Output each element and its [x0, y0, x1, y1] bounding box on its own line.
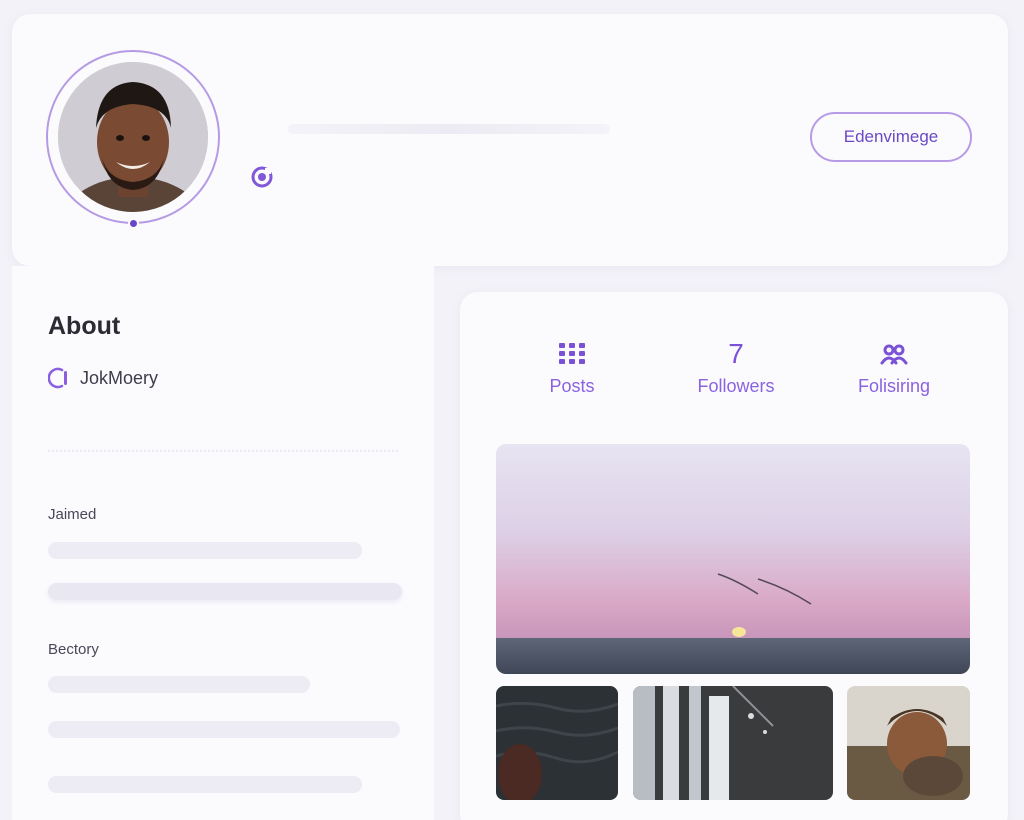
featured-photo[interactable]	[496, 444, 970, 674]
stat-posts[interactable]: Posts	[507, 338, 637, 397]
online-status-dot	[128, 218, 139, 229]
gallery-thumb[interactable]	[847, 686, 970, 800]
joined-placeholder-bar	[48, 542, 362, 559]
bio-placeholder-bar	[48, 776, 362, 793]
divider	[48, 450, 398, 452]
profile-header-card: Edenvimege	[12, 14, 1008, 266]
stats-gallery-card: Posts 7 Followers Folisiring	[460, 292, 1008, 820]
about-panel: About JokMoery Jaimed Bectory	[12, 266, 434, 820]
avatar-ring[interactable]	[46, 50, 220, 229]
posts-label: Posts	[549, 376, 595, 396]
bio-placeholder-bar	[48, 676, 310, 693]
people-icon	[880, 344, 908, 365]
about-title: About	[48, 312, 121, 340]
gallery-thumb[interactable]	[496, 686, 618, 800]
bio-placeholder-bar	[48, 721, 400, 738]
about-username-row: JokMoery	[48, 366, 158, 390]
user-icon	[48, 367, 67, 389]
name-placeholder-bar	[288, 124, 610, 134]
stat-following[interactable]: Folisiring	[829, 338, 959, 397]
avatar[interactable]	[58, 62, 208, 212]
bio-label: Bectory	[48, 641, 99, 658]
joined-input-bar[interactable]	[48, 583, 402, 600]
joined-label: Jaimed	[48, 506, 97, 523]
about-username: JokMoery	[80, 367, 159, 388]
grid-icon	[559, 343, 585, 364]
followers-count: 7	[728, 338, 744, 369]
stat-followers[interactable]: 7 Followers	[671, 338, 801, 397]
followers-label: Followers	[697, 376, 775, 396]
following-label: Folisiring	[857, 376, 931, 396]
edit-image-button[interactable]: Edenvimege	[810, 112, 972, 162]
gallery-thumb[interactable]	[633, 686, 833, 800]
verified-badge-icon	[251, 166, 273, 188]
